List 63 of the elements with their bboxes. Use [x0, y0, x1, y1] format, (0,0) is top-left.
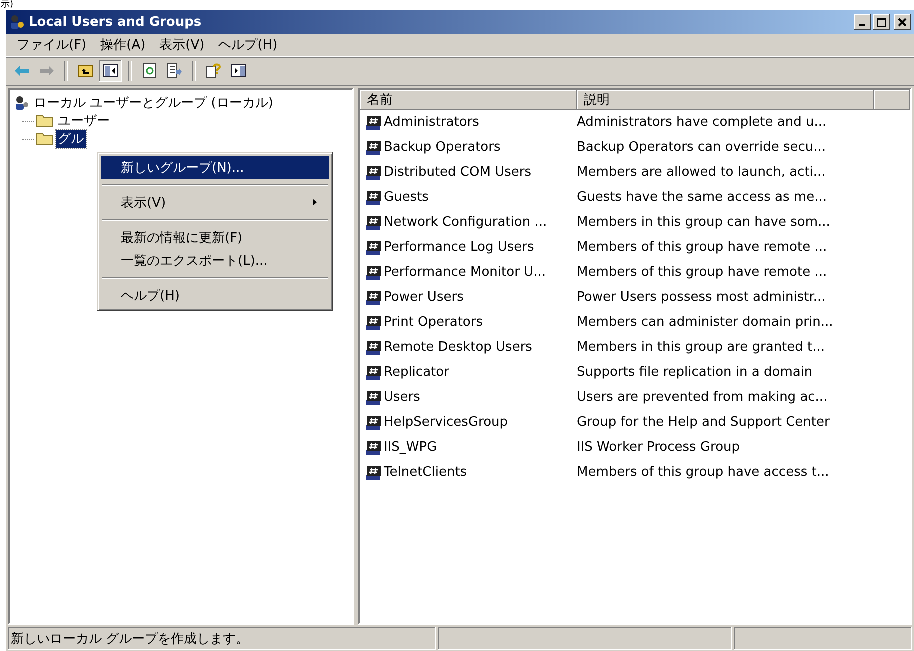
table-cell: Administrators have complete and u...: [577, 115, 827, 130]
table-cell: Guests have the same access as me...: [577, 190, 827, 205]
tree-pane-icon: [102, 63, 118, 79]
folder-icon: [36, 114, 54, 128]
menu-item[interactable]: ファイル(F): [10, 36, 94, 54]
table-cell: Power Users possess most administr...: [577, 290, 826, 305]
table-cell: Replicator: [384, 365, 450, 380]
table-cell: Guests: [384, 190, 429, 205]
maximize-button[interactable]: [873, 14, 890, 30]
table-cell: Members of this group have access t...: [577, 465, 830, 480]
menu-item[interactable]: 表示(V): [101, 191, 329, 214]
tree-toggle-button[interactable]: [99, 60, 122, 82]
forward-arrow-icon: [38, 63, 54, 79]
table-cell: Distributed COM Users: [384, 165, 532, 180]
table-cell: Backup Operators: [384, 140, 501, 155]
folder-icon: [36, 132, 54, 146]
window-title: Local Users and Groups: [29, 14, 202, 30]
menu-item[interactable]: 最新の情報に更新(F): [101, 226, 329, 249]
table-cell: Members in this group can have som...: [577, 215, 830, 230]
table-cell: Users are prevented from making ac...: [577, 390, 828, 405]
column-header[interactable]: 説明: [577, 90, 874, 110]
table-cell: IIS Worker Process Group: [577, 440, 740, 455]
table-cell: Performance Log Users: [384, 240, 534, 255]
table-cell: Print Operators: [384, 315, 483, 330]
tree-item[interactable]: ユーザー: [56, 112, 112, 130]
submenu-arrow-icon: [313, 199, 317, 206]
export-list-icon: [166, 63, 182, 79]
action-pane-icon: [230, 63, 246, 79]
table-cell: Power Users: [384, 290, 464, 305]
table-cell: HelpServicesGroup: [384, 415, 508, 430]
table-cell: Members of this group have remote ...: [577, 265, 828, 280]
table-cell: Remote Desktop Users: [384, 340, 532, 355]
table-cell: Group for the Help and Support Center: [577, 415, 830, 430]
table-cell: Users: [384, 390, 420, 405]
close-icon: [898, 18, 907, 26]
menu-item[interactable]: 操作(A): [94, 36, 153, 54]
table-cell: Members of this group have remote ...: [577, 240, 828, 255]
menu-item[interactable]: ヘルプ(H): [212, 36, 285, 54]
help-icon: [206, 63, 222, 79]
table-cell: Supports file replication in a domain: [577, 365, 813, 380]
table-cell: Administrators: [384, 115, 480, 130]
menu-item[interactable]: ヘルプ(H): [101, 284, 329, 307]
table-cell: Backup Operators can override secu...: [577, 140, 826, 155]
status-text: 新しいローカル グループを作成します。: [8, 627, 436, 650]
menu-item[interactable]: 新しいグループ(N)...: [101, 156, 329, 179]
refresh-icon: [142, 63, 158, 79]
minimize-button[interactable]: [854, 14, 871, 30]
table-cell: IIS_WPG: [384, 440, 438, 455]
tree-item[interactable]: グル: [56, 130, 86, 148]
folder-up-icon: [78, 63, 94, 79]
table-cell: Performance Monitor U...: [384, 265, 546, 280]
table-cell: Members can administer domain prin...: [577, 315, 834, 330]
menu-item[interactable]: 一覧のエクスポート(L)...: [101, 249, 329, 272]
partial-text: 示): [1, 0, 14, 10]
menu-item[interactable]: 表示(V): [152, 36, 212, 54]
tree-item[interactable]: ローカル ユーザーとグループ (ローカル): [14, 94, 352, 112]
table-cell: Members are allowed to launch, acti...: [577, 165, 826, 180]
table-cell: TelnetClients: [384, 465, 468, 480]
column-header[interactable]: 名前: [360, 90, 577, 110]
table-cell: Members in this group are granted t...: [577, 340, 826, 355]
table-cell: Network Configuration ...: [384, 215, 548, 230]
maximize-icon: [877, 18, 886, 26]
close-button[interactable]: [894, 14, 911, 30]
